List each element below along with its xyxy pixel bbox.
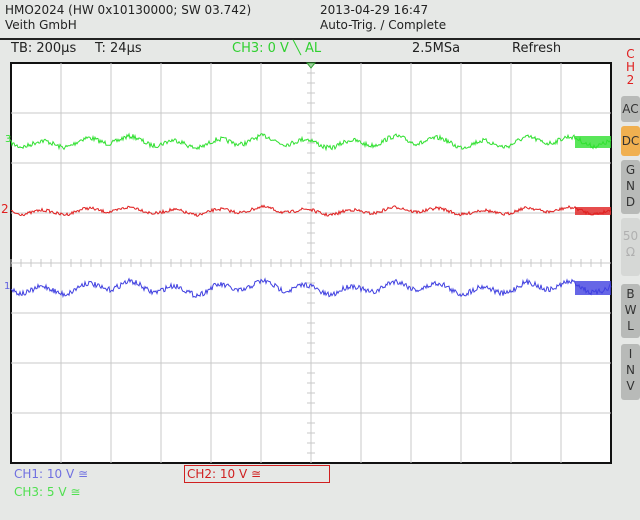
acquisition-mode[interactable]: Refresh [512, 41, 561, 56]
acquisition-status: Auto-Trig. / Complete [320, 18, 447, 32]
waveform-dense-segment [575, 207, 611, 215]
timebase[interactable]: TB: 200µs [11, 41, 76, 56]
ch2-scale[interactable]: CH2: 10 V ≅ [184, 465, 330, 483]
ch1-scale[interactable]: CH1: 10 V ≅ [14, 467, 88, 481]
side-menu-channel: C H 2 [625, 47, 636, 87]
device-info: HMO2024 (HW 0x10130000; SW 03.742) [5, 3, 252, 17]
coupling-gnd-button[interactable]: G N D [621, 160, 640, 214]
ch2-marker[interactable]: 2 [1, 202, 9, 216]
ch3-scale[interactable]: CH3: 5 V ≅ [14, 485, 80, 499]
coupling-ac-button[interactable]: AC [621, 96, 640, 122]
bandwidth-limit-button[interactable]: B W L [621, 284, 640, 338]
invert-button[interactable]: I N V [621, 344, 640, 400]
company: Veith GmbH [5, 18, 77, 32]
trigger-position[interactable]: T: 24µs [95, 41, 142, 56]
waveform-dense-segment [575, 281, 611, 295]
coupling-dc-button[interactable]: DC [621, 126, 640, 156]
waveform-dense-segment [575, 136, 611, 148]
header: HMO2024 (HW 0x10130000; SW 03.742) Veith… [0, 0, 640, 40]
datetime: 2013-04-29 16:47 [320, 3, 429, 17]
termination-50ohm-button: 50 Ω [621, 218, 640, 276]
waveform-display [10, 62, 612, 464]
ch3-marker[interactable]: 3 [5, 134, 11, 145]
ch1-marker[interactable]: 1 [4, 281, 10, 292]
trigger-setting[interactable]: CH3: 0 V ╲ AL [232, 41, 321, 56]
sample-rate: 2.5MSa [412, 41, 461, 56]
